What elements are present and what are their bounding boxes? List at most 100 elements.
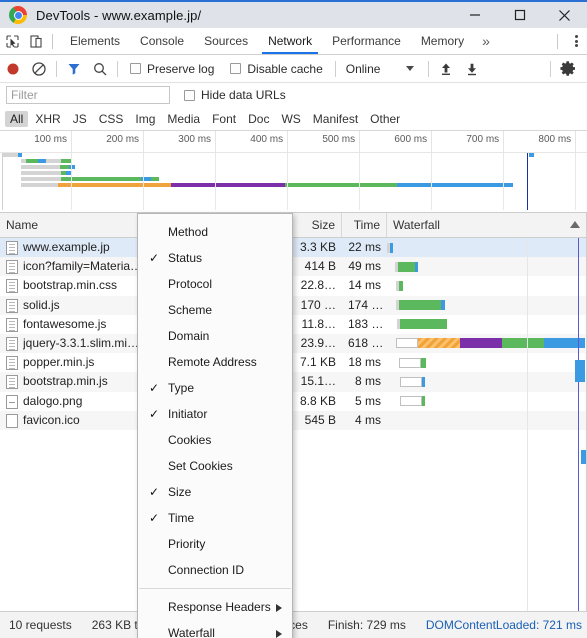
type-filter-font[interactable]: Font xyxy=(207,111,241,127)
tab-network[interactable]: Network xyxy=(258,28,322,54)
tab-label: Performance xyxy=(332,34,401,48)
waterfall-segment xyxy=(418,338,460,349)
menu-item-size[interactable]: ✓ Size xyxy=(138,479,292,505)
table-row[interactable]: popper.min.js 7.1 KB 18 ms xyxy=(0,353,587,372)
request-name: dalogo.png xyxy=(23,393,83,408)
inspect-cursor-icon[interactable] xyxy=(0,29,24,53)
menu-item-type[interactable]: ✓ Type xyxy=(138,375,292,401)
menu-item-label: Set Cookies xyxy=(168,459,233,473)
column-options-context-menu[interactable]: Method ✓ Status Protocol Scheme Domain Remote … xyxy=(137,213,293,638)
request-name: www.example.jp xyxy=(23,240,110,254)
table-row[interactable]: www.example.jp 3.3 KB 22 ms xyxy=(0,238,587,258)
waterfall-segment xyxy=(400,396,422,406)
menu-item-scheme[interactable]: Scheme xyxy=(138,297,292,323)
preserve-log-checkbox[interactable]: Preserve log xyxy=(122,62,222,76)
record-circle-icon[interactable] xyxy=(0,56,26,82)
scrollbar-thumb[interactable] xyxy=(575,360,585,382)
type-filter-media[interactable]: Media xyxy=(162,111,205,127)
menu-item-time[interactable]: ✓ Time xyxy=(138,505,292,531)
menu-item-label: Size xyxy=(168,485,192,499)
type-filter-other[interactable]: Other xyxy=(365,111,405,127)
hide-data-urls-checkbox[interactable]: Hide data URLs xyxy=(170,88,294,102)
close-button[interactable] xyxy=(542,2,587,28)
menu-item-label: Type xyxy=(168,381,195,395)
kebab-menu-icon[interactable] xyxy=(565,28,587,54)
type-filter-img[interactable]: Img xyxy=(130,111,160,127)
tab-label: Memory xyxy=(420,34,465,48)
document-icon xyxy=(6,317,18,332)
table-row[interactable]: favicon.ico 545 B 4 ms xyxy=(0,410,587,430)
filter-input[interactable] xyxy=(6,86,170,104)
menu-item-initiator[interactable]: ✓ Initiator xyxy=(138,401,292,427)
waterfall-segment xyxy=(422,396,425,406)
upload-arrow-icon[interactable] xyxy=(433,56,459,82)
waterfall-segment xyxy=(415,261,418,272)
menu-item-label: Waterfall xyxy=(168,626,215,638)
table-row[interactable]: solid.js 170 … 174 … xyxy=(0,295,587,315)
type-filter-js[interactable]: JS xyxy=(68,111,92,127)
gear-settings-icon[interactable] xyxy=(555,56,581,82)
magnifier-search-icon[interactable] xyxy=(87,56,113,82)
more-tabs-button[interactable]: » xyxy=(474,33,498,49)
device-toolbar-icon[interactable] xyxy=(24,29,48,53)
menu-item-domain[interactable]: Domain xyxy=(138,323,292,349)
cell-size: 15.1… xyxy=(300,374,336,389)
table-row[interactable]: icon?family=Materia… 414 B 49 ms xyxy=(0,257,587,277)
type-filter-ws[interactable]: WS xyxy=(276,111,305,127)
hide-data-urls-label: Hide data URLs xyxy=(201,88,286,102)
table-row[interactable]: dalogo.png 8.8 KB 5 ms xyxy=(0,392,587,411)
type-filter-all[interactable]: All xyxy=(5,110,29,127)
menu-item-priority[interactable]: Priority xyxy=(138,531,292,557)
maximize-button[interactable] xyxy=(497,2,542,28)
download-arrow-icon[interactable] xyxy=(459,56,485,82)
minimize-button[interactable] xyxy=(452,2,497,28)
cell-size: 22.8… xyxy=(300,278,336,293)
menu-item-remote-address[interactable]: Remote Address xyxy=(138,349,292,375)
waterfall-segment xyxy=(390,242,393,253)
table-row[interactable]: fontawesome.js 11.8… 183 … xyxy=(0,315,587,334)
menu-item-connection-id[interactable]: Connection ID xyxy=(138,557,292,583)
waterfall-segment xyxy=(400,376,422,387)
column-header-size[interactable]: Size xyxy=(293,213,342,237)
requests-table-body[interactable]: www.example.jp 3.3 KB 22 ms icon?family=Mat… xyxy=(0,238,587,611)
type-filter-css[interactable]: CSS xyxy=(94,111,129,127)
type-filter-doc[interactable]: Doc xyxy=(243,111,274,127)
menu-item-cookies[interactable]: Cookies xyxy=(138,427,292,453)
menu-item-method[interactable]: Method xyxy=(138,219,292,245)
panel-tab-strip: Elements Console Sources Network Perform… xyxy=(0,28,587,55)
cell-time: 18 ms xyxy=(348,355,381,370)
table-row[interactable]: bootstrap.min.js 15.1… 8 ms xyxy=(0,372,587,392)
menu-item-waterfall[interactable]: Waterfall xyxy=(138,620,292,638)
disable-cache-checkbox[interactable]: Disable cache xyxy=(222,62,330,76)
cell-size: 7.1 KB xyxy=(299,355,336,370)
waterfall-segment xyxy=(441,300,445,311)
menu-item-status[interactable]: ✓ Status xyxy=(138,245,292,271)
waterfall-dcl-marker xyxy=(578,238,579,611)
table-row[interactable]: bootstrap.min.css 22.8… 14 ms xyxy=(0,276,587,295)
throttling-dropdown[interactable]: Online xyxy=(340,62,415,76)
funnel-filter-icon[interactable] xyxy=(61,56,87,82)
column-header-waterfall-label: Waterfall xyxy=(393,218,440,232)
waterfall-segment xyxy=(399,280,403,291)
tab-console[interactable]: Console xyxy=(130,28,194,54)
overview-ruler: 100 ms 200 ms 300 ms 400 ms 500 ms 600 ms 700 … xyxy=(0,131,587,153)
cell-waterfall xyxy=(387,315,587,334)
network-overview[interactable]: 100 ms 200 ms 300 ms 400 ms 500 ms 600 ms 700 … xyxy=(0,131,587,213)
type-filter-xhr[interactable]: XHR xyxy=(30,111,65,127)
type-filter-manifest[interactable]: Manifest xyxy=(308,111,363,127)
menu-item-response-headers[interactable]: Response Headers xyxy=(138,594,292,620)
tab-performance[interactable]: Performance xyxy=(322,28,411,54)
column-header-time[interactable]: Time xyxy=(342,213,387,237)
cell-waterfall xyxy=(387,353,587,372)
column-header-waterfall[interactable]: Waterfall xyxy=(387,213,587,237)
cell-size: 23.9… xyxy=(300,335,336,350)
tab-elements[interactable]: Elements xyxy=(60,28,130,54)
menu-item-set-cookies[interactable]: Set Cookies xyxy=(138,453,292,479)
request-name: jquery-3.3.1.slim.mi… xyxy=(23,335,140,350)
table-row[interactable]: jquery-3.3.1.slim.mi… 23.9… 618 … xyxy=(0,333,587,354)
menu-item-protocol[interactable]: Protocol xyxy=(138,271,292,297)
menu-item-label: Initiator xyxy=(168,407,208,421)
clear-no-entry-icon[interactable] xyxy=(26,56,52,82)
tab-sources[interactable]: Sources xyxy=(194,28,258,54)
tab-memory[interactable]: Memory xyxy=(411,28,474,54)
